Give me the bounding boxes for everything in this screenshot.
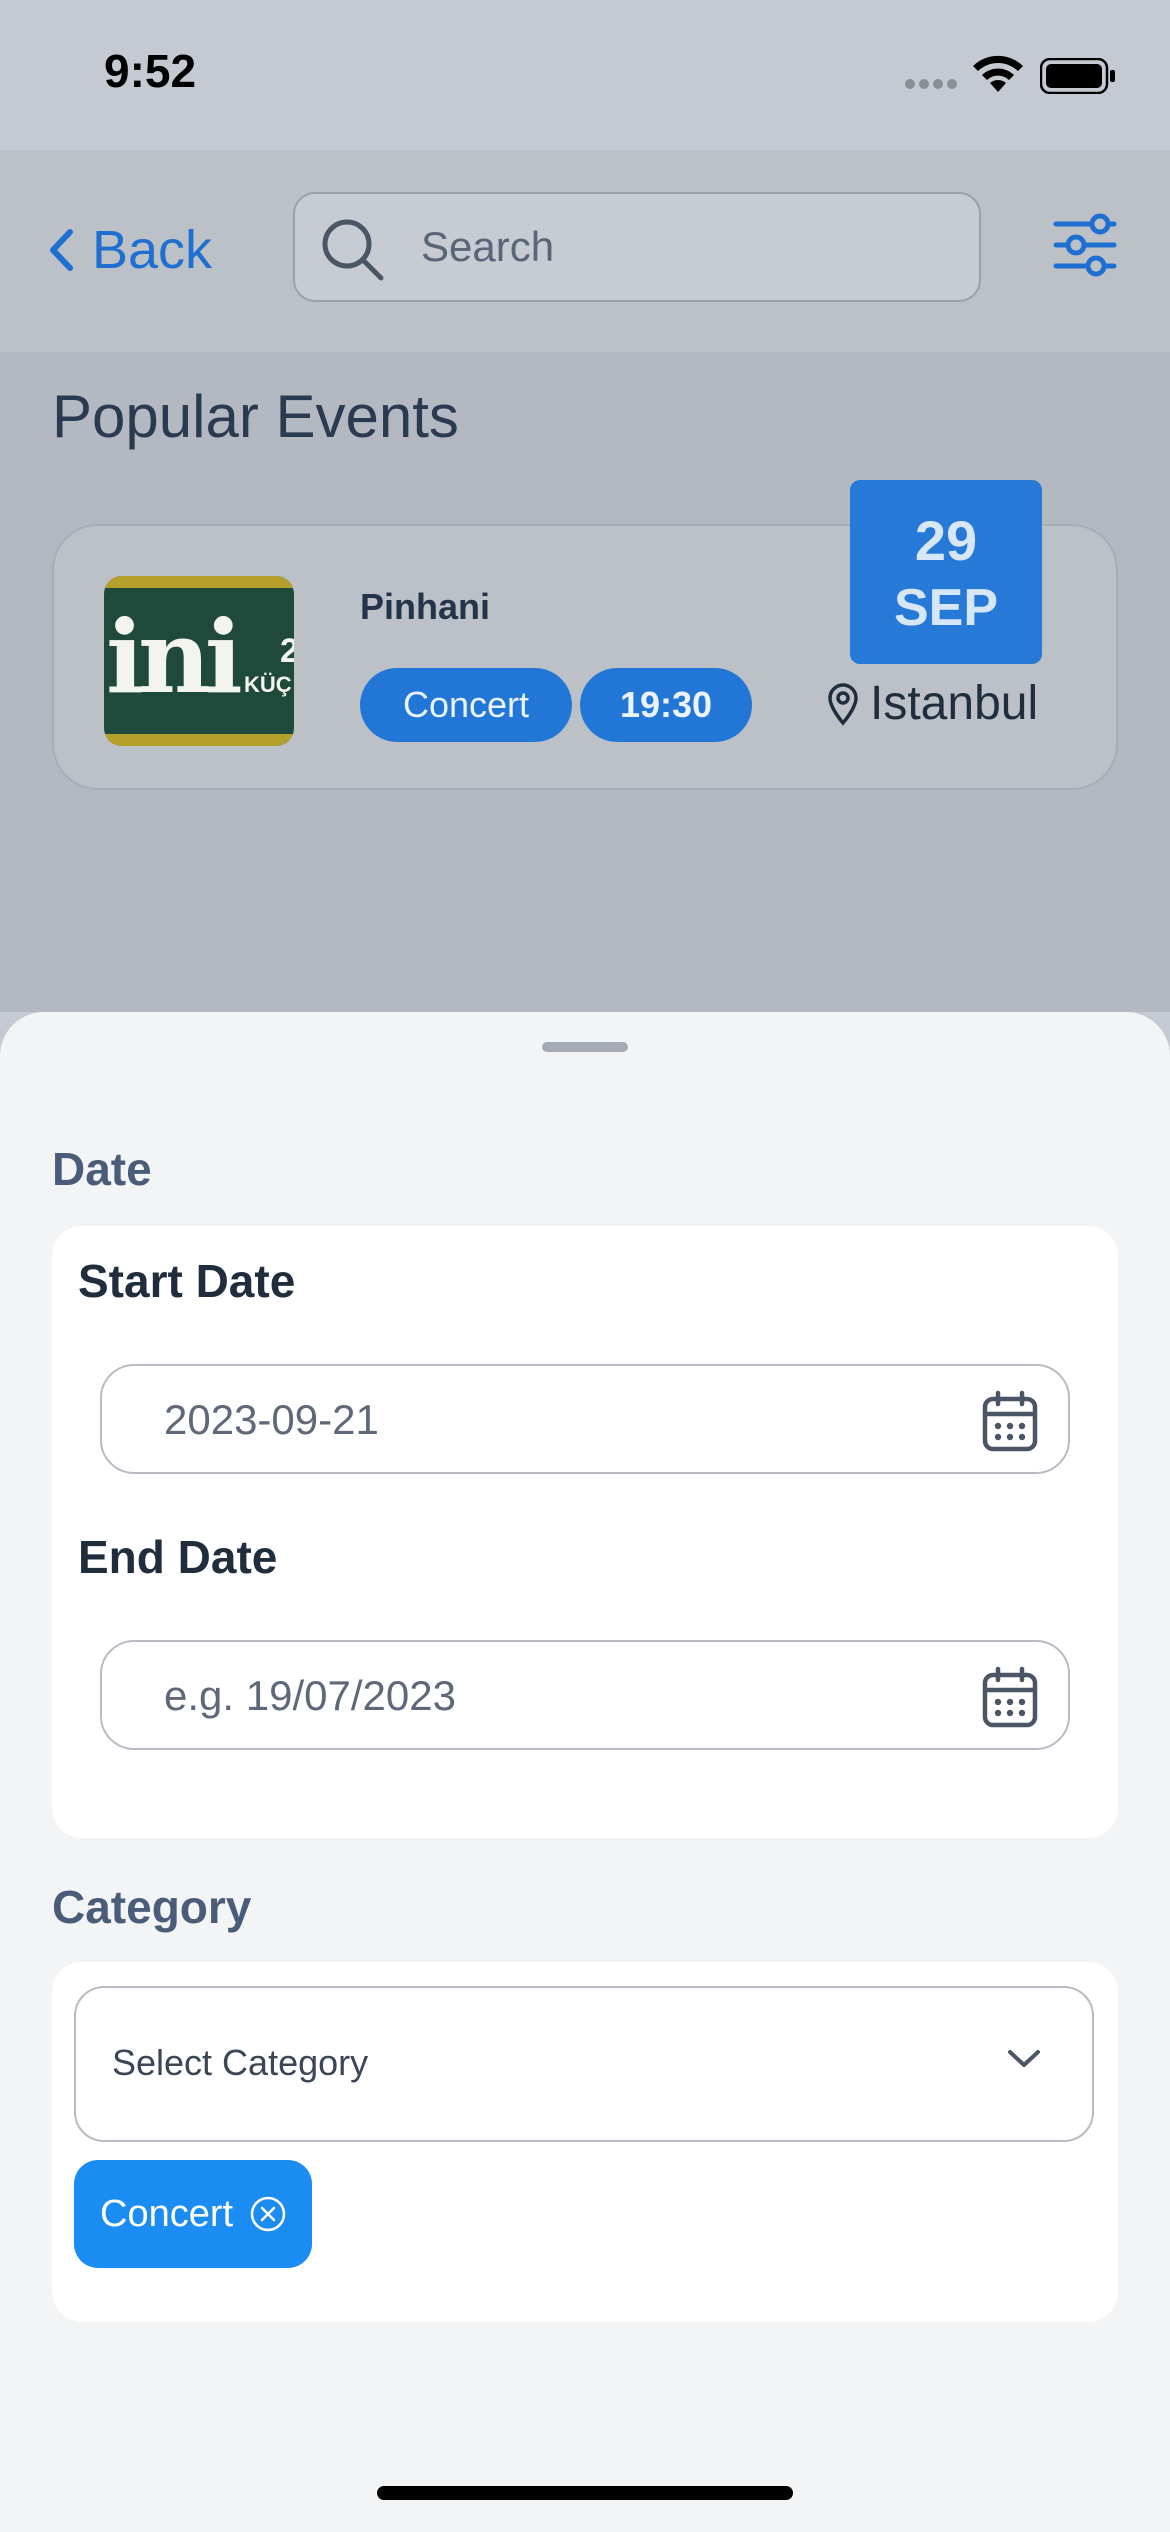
date-section-label: Date — [52, 1143, 152, 1195]
chevron-left-icon — [50, 229, 73, 271]
start-date-field[interactable]: 2023-09-21 — [100, 1364, 1070, 1474]
event-thumbnail: ini 2 KÜÇ — [104, 576, 294, 746]
start-date-value: 2023-09-21 — [164, 1396, 379, 1443]
end-date-placeholder: e.g. 19/07/2023 — [164, 1672, 456, 1719]
back-button[interactable]: Back — [48, 210, 212, 290]
filter-sliders-icon[interactable] — [1052, 212, 1118, 278]
search-input[interactable] — [421, 214, 941, 280]
search-icon — [322, 219, 384, 281]
status-bar: 9:52 — [0, 0, 1170, 150]
home-indicator — [377, 2486, 793, 2500]
search-bar[interactable] — [293, 192, 981, 302]
map-pin-icon — [828, 682, 858, 726]
thumbnail-small-text: KÜÇ — [244, 672, 292, 697]
event-location-label: Istanbul — [870, 677, 1039, 730]
event-name: Pinhani — [360, 586, 491, 627]
wifi-icon — [973, 55, 1023, 92]
event-month: SEP — [893, 579, 999, 637]
category-card: Select Category Concert — [52, 1962, 1118, 2322]
end-date-label: End Date — [78, 1531, 278, 1583]
event-category-pill: Concert — [360, 668, 572, 742]
calendar-icon[interactable] — [982, 1666, 1038, 1728]
filter-bottom-sheet: Date Start Date 2023-09-21 End Date e.g.… — [0, 1012, 1170, 2532]
selected-category-tag[interactable]: Concert — [74, 2160, 312, 2268]
event-date-badge: 29 SEP — [850, 480, 1042, 664]
category-section-label: Category — [52, 1881, 252, 1933]
status-time: 9:52 — [104, 45, 197, 97]
thumbnail-number-text: 2 — [280, 632, 294, 670]
event-time-pill: 19:30 — [580, 668, 752, 742]
sheet-drag-handle[interactable] — [542, 1042, 628, 1052]
nav-bar: Back — [0, 150, 1170, 352]
calendar-icon[interactable] — [982, 1390, 1038, 1452]
end-date-field[interactable]: e.g. 19/07/2023 — [100, 1640, 1070, 1750]
category-select[interactable]: Select Category — [74, 1986, 1094, 2142]
battery-icon — [1040, 58, 1115, 94]
chevron-down-icon — [1008, 2050, 1040, 2067]
back-label: Back — [92, 220, 213, 280]
event-location: Istanbul — [826, 676, 1038, 731]
event-day: 29 — [914, 509, 978, 572]
start-date-label: Start Date — [78, 1255, 296, 1307]
date-card: Start Date 2023-09-21 End Date e.g. 19/0… — [52, 1226, 1118, 1838]
event-card[interactable]: ini 2 KÜÇ Pinhani Concert 19:30 29 SEP I… — [52, 480, 1118, 790]
section-title: Popular Events — [52, 383, 459, 450]
category-select-placeholder: Select Category — [112, 2042, 369, 2083]
thumbnail-logo-text: ini — [106, 598, 243, 716]
main-content: Popular Events ini 2 KÜÇ Pinhani Concert… — [0, 352, 1170, 1012]
remove-tag-icon[interactable] — [249, 2195, 287, 2233]
cellular-signal-icon — [905, 79, 957, 89]
selected-category-label: Concert — [100, 2192, 234, 2235]
